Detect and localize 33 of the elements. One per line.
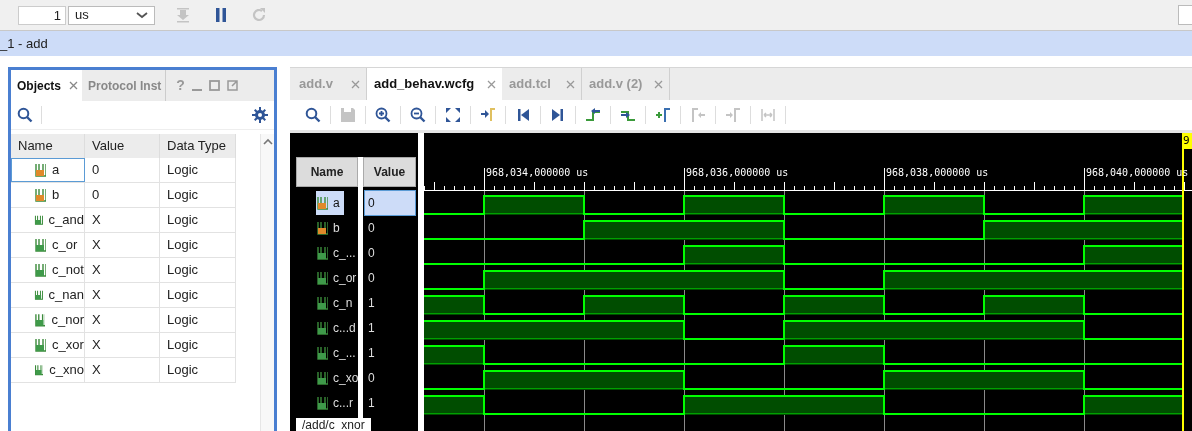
table-cell: X	[85, 358, 160, 382]
time-label: 968,036,000000 us	[686, 167, 789, 178]
table-cell: 0	[85, 183, 160, 207]
signal-value: 1	[367, 294, 376, 312]
tooltip: /add/c_xnor	[296, 418, 371, 431]
signal-value: 1	[367, 394, 376, 412]
table-cell: Logic	[160, 358, 236, 382]
table-cell: Logic	[160, 333, 236, 357]
table-cell: X	[85, 308, 160, 332]
time-label: 968,038,000000 us	[886, 167, 989, 178]
signal-value: 0	[367, 269, 376, 287]
signal-value: 1	[367, 344, 376, 362]
table-cell: Logic	[160, 283, 236, 307]
table-cell: X	[85, 333, 160, 357]
window-title: _1 - add	[0, 34, 48, 53]
table-cell: X	[85, 233, 160, 257]
table-cell: Logic	[160, 183, 236, 207]
table-cell: X	[85, 208, 160, 232]
table-cell: Logic	[160, 158, 236, 182]
table-cell: Logic	[160, 208, 236, 232]
table-cell: X	[85, 283, 160, 307]
signal-value: 1	[367, 319, 376, 337]
time-label: 968,034,000000 us	[486, 167, 589, 178]
signal-value: 0	[363, 190, 416, 215]
cursor-label: 9	[1183, 133, 1192, 149]
table-cell: X	[85, 258, 160, 282]
table-cell: 0	[85, 158, 160, 182]
signal-value: 0	[367, 369, 376, 387]
table-cell: Logic	[160, 308, 236, 332]
table-cell: Logic	[160, 258, 236, 282]
signal-value: 0	[367, 219, 376, 237]
signal-value: 0	[367, 244, 376, 262]
table-cell: Logic	[160, 233, 236, 257]
